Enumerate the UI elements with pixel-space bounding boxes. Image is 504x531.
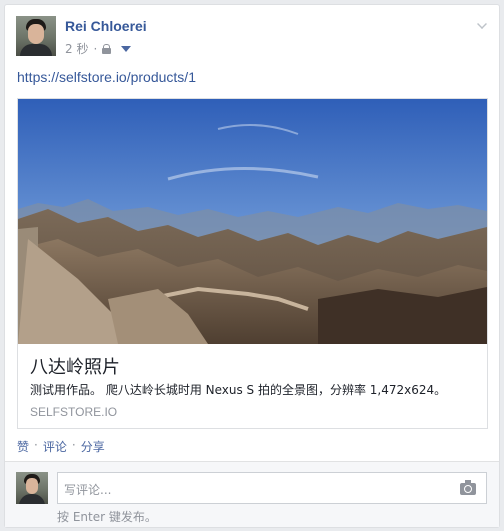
preview-domain: SELFSTORE.IO (30, 405, 118, 419)
camera-icon[interactable] (460, 480, 476, 495)
post-link[interactable]: https://selfstore.io/products/1 (17, 69, 196, 85)
post-meta: 2 秒 · (65, 40, 132, 57)
author-avatar[interactable] (16, 16, 56, 56)
comment-button[interactable]: 评论 (43, 438, 67, 455)
lock-icon (102, 43, 112, 54)
share-button[interactable]: 分享 (81, 438, 105, 455)
chevron-down-icon[interactable] (477, 19, 487, 29)
preview-photo[interactable] (18, 99, 487, 344)
preview-title[interactable]: 八达岭照片 (30, 353, 120, 379)
post-actions: 赞 · 评论 · 分享 (17, 438, 105, 455)
author-name[interactable]: Rei Chloerei (65, 18, 147, 34)
audience-caret-icon[interactable] (121, 45, 132, 52)
post-timestamp[interactable]: 2 秒 (65, 40, 88, 57)
post-card: Rei Chloerei 2 秒 · https://selfstore.io/… (4, 4, 500, 528)
preview-description: 测试用作品。 爬八达岭长城时用 Nexus S 拍的全景图，分辨率 1,472x… (30, 383, 447, 397)
action-separator: · (71, 438, 76, 452)
link-preview[interactable]: 八达岭照片 测试用作品。 爬八达岭长城时用 Nexus S 拍的全景图，分辨率 … (17, 98, 488, 429)
like-button[interactable]: 赞 (17, 438, 29, 455)
meta-separator: · (93, 41, 98, 56)
comment-composer: 写评论... 按 Enter 键发布。 (5, 461, 499, 527)
comment-hint: 按 Enter 键发布。 (57, 510, 157, 524)
great-wall-photo (18, 99, 487, 344)
action-separator: · (34, 438, 38, 452)
comment-input[interactable]: 写评论... (57, 472, 487, 504)
commenter-avatar (16, 472, 48, 504)
comment-placeholder: 写评论... (64, 483, 112, 497)
